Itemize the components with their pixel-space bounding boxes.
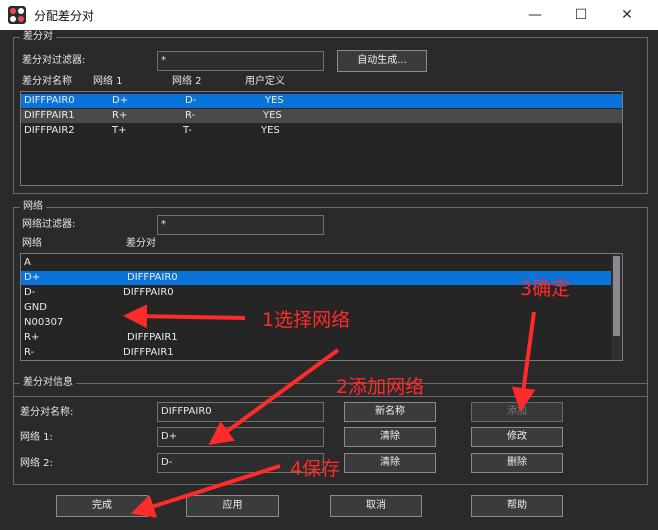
net-cell: D- <box>24 287 36 298</box>
diffpair-list[interactable]: DIFFPAIR0 D+ D- YES DIFFPAIR1 R+ R- YES … <box>20 91 623 186</box>
diffpair-filter-input[interactable]: * <box>157 51 324 71</box>
pair-name-input[interactable]: DIFFPAIR0 <box>157 402 324 422</box>
pair-name-cell: DIFFPAIR2 <box>24 125 75 136</box>
app-icon <box>8 6 26 24</box>
col-header-net1: 网络 1 <box>93 76 123 87</box>
diffpairs-group-title: 差分对 <box>20 31 56 43</box>
help-button[interactable]: 帮助 <box>471 495 563 517</box>
annotation-step2: 2添加网络 <box>336 376 425 398</box>
net-cell: R- <box>24 347 35 358</box>
net-list-scroll-thumb[interactable] <box>613 256 620 336</box>
table-row[interactable]: DIFFPAIR0 D+ D- YES <box>21 94 622 108</box>
new-name-button[interactable]: 新名称 <box>344 402 436 422</box>
net1-cell: T+ <box>112 125 127 136</box>
net-filter-label: 网络过滤器: <box>22 219 76 230</box>
net1-label: 网络 1: <box>20 432 53 443</box>
delete-button[interactable]: 删除 <box>471 453 563 473</box>
list-item[interactable]: R- DIFFPAIR1 <box>21 346 611 360</box>
cancel-button[interactable]: 取消 <box>330 495 422 517</box>
user-defined-cell: YES <box>263 110 282 121</box>
pair-cell: DIFFPAIR1 <box>127 332 178 343</box>
net2-label: 网络 2: <box>20 458 53 469</box>
col-header-net2: 网络 2 <box>172 76 202 87</box>
auto-generate-button[interactable]: 自动生成... <box>337 50 427 72</box>
pair-cell: DIFFPAIR0 <box>127 272 178 283</box>
user-defined-cell: YES <box>265 95 284 106</box>
pair-cell: DIFFPAIR0 <box>123 287 174 298</box>
col-header-net: 网络 <box>22 238 42 249</box>
col-header-pair-name: 差分对名称 <box>22 76 72 87</box>
list-item[interactable]: R+ DIFFPAIR1 <box>21 331 611 345</box>
minimize-icon[interactable]: — <box>512 0 558 30</box>
net-cell: N00307 <box>24 317 64 328</box>
net-list[interactable]: A D+ DIFFPAIR0 D- DIFFPAIR0 GND N00307 R… <box>20 253 623 361</box>
maximize-icon[interactable]: ☐ <box>558 0 604 30</box>
col-header-pair: 差分对 <box>126 238 156 249</box>
window-title: 分配差分对 <box>34 9 95 23</box>
diffpair-filter-label: 差分对过滤器: <box>22 55 86 66</box>
title-bar: 分配差分对 — ☐ ✕ <box>0 0 658 30</box>
net-cell: R+ <box>24 332 40 343</box>
net2-cell: T- <box>183 125 192 136</box>
apply-button[interactable]: 应用 <box>186 495 279 517</box>
net1-cell: D+ <box>112 95 129 106</box>
annotation-step1: 1选择网络 <box>262 309 351 331</box>
pair-name-cell: DIFFPAIR1 <box>24 110 75 121</box>
net-list-scrollbar[interactable] <box>611 254 622 360</box>
table-row[interactable]: DIFFPAIR2 T+ T- YES <box>21 124 622 138</box>
net2-cell: R- <box>185 110 196 121</box>
col-header-user-defined: 用户定义 <box>245 76 285 87</box>
net1-cell: R+ <box>112 110 128 121</box>
annotation-step3: 3确定 <box>520 278 571 300</box>
pair-name-label: 差分对名称: <box>20 407 74 418</box>
ok-button[interactable]: 完成 <box>56 495 148 517</box>
close-icon[interactable]: ✕ <box>604 0 650 30</box>
net-cell: A <box>24 257 31 268</box>
pair-cell: DIFFPAIR1 <box>123 347 174 358</box>
annotation-step4: 4保存 <box>290 458 341 480</box>
table-row[interactable]: DIFFPAIR1 R+ R- YES <box>21 109 622 123</box>
net1-input[interactable]: D+ <box>157 427 324 447</box>
nets-group-title: 网络 <box>20 201 46 213</box>
user-defined-cell: YES <box>261 125 280 136</box>
list-item[interactable]: A <box>21 256 611 270</box>
net2-cell: D- <box>185 95 197 106</box>
clear-net2-button[interactable]: 清除 <box>344 453 436 473</box>
pair-name-cell: DIFFPAIR0 <box>24 95 75 106</box>
add-button[interactable]: 添加 <box>471 402 563 422</box>
pair-info-group-title: 差分对信息 <box>20 377 76 389</box>
net-filter-input[interactable]: * <box>157 215 324 235</box>
modify-button[interactable]: 修改 <box>471 427 563 447</box>
net-cell: GND <box>24 302 47 313</box>
clear-net1-button[interactable]: 清除 <box>344 427 436 447</box>
net-cell: D+ <box>24 272 41 283</box>
